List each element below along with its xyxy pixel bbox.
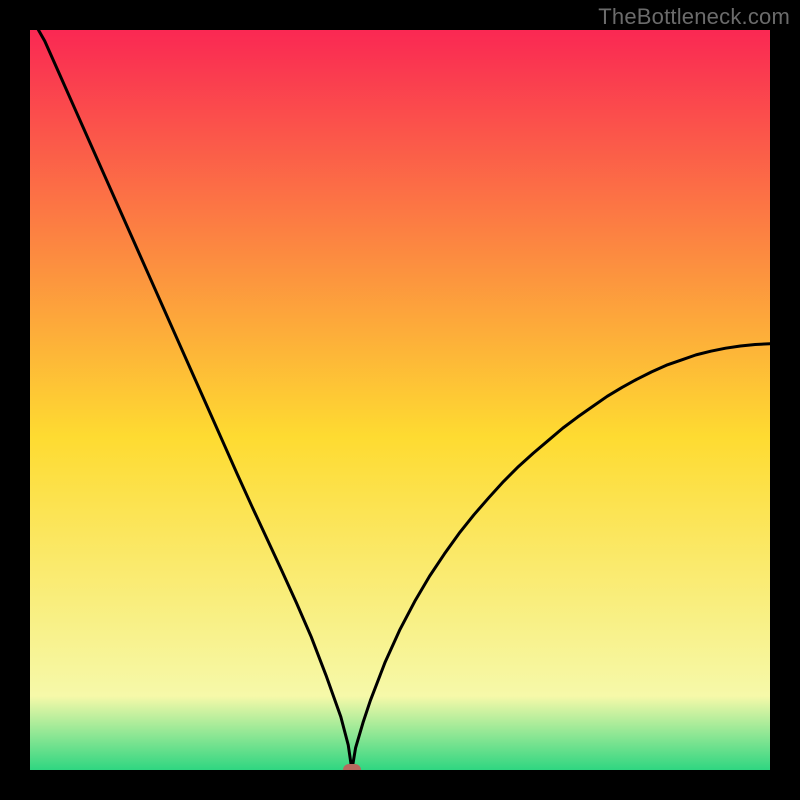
minimum-marker xyxy=(343,764,361,770)
chart-frame: TheBottleneck.com xyxy=(0,0,800,800)
plot-area xyxy=(30,30,770,770)
attribution-text: TheBottleneck.com xyxy=(598,4,790,30)
gradient-background xyxy=(30,30,770,770)
plot-svg xyxy=(30,30,770,770)
